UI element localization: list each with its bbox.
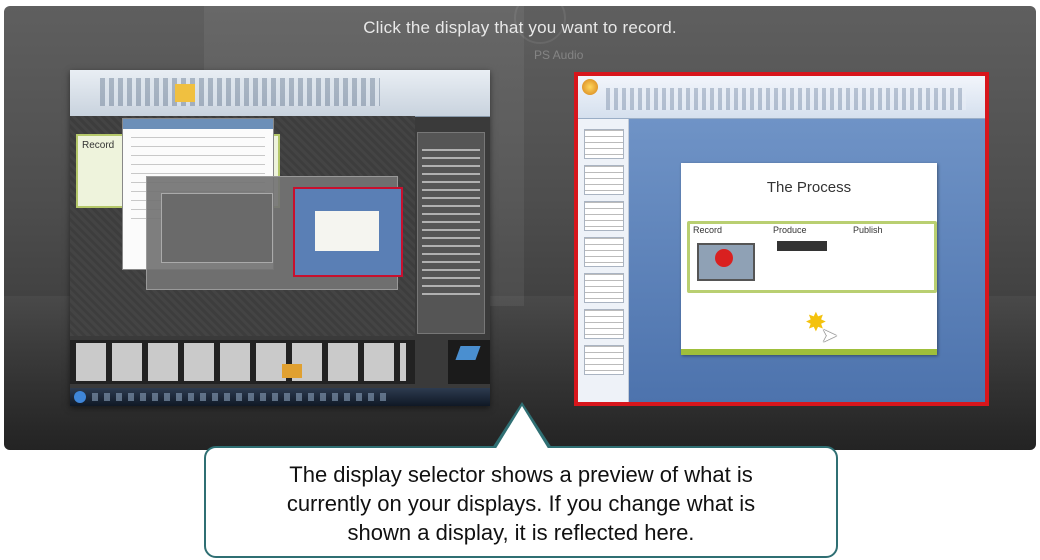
slide-thumbnail [584,345,624,375]
file-tree [422,149,480,299]
ribbon-icons [606,88,966,110]
display-2-preview[interactable]: The Process Record Produce Publish ✸ ➤ [574,72,989,406]
slide-title: The Process [766,179,852,196]
stage-record-label: Record [693,225,723,235]
toolbar-icons [100,78,380,106]
slide-thumbnail [584,129,624,159]
nested-display-1 [161,193,273,263]
windows-taskbar [70,388,490,406]
callout-box: The display selector shows a preview of … [204,446,838,558]
nested-display-selector [146,176,403,290]
filmstrip-highlight [282,364,302,378]
filmstrip-thumbnails [76,343,406,381]
slide-thumbnail-panel [578,119,629,402]
office-button-icon [582,79,598,95]
side-preview [448,340,490,384]
slide-thumbnail [584,309,624,339]
record-button-icon [715,249,733,267]
taskbar-items [92,393,392,401]
window-titlebar [123,119,273,129]
stage-publish-label: Publish [853,225,883,235]
slide-footer-bar [681,349,937,355]
slide-thumbnail [584,165,624,195]
slide-editor-area: The Process Record Produce Publish ✸ ➤ [629,119,985,402]
preview-shape-icon [455,346,481,360]
callout-pointer-fill [495,406,549,450]
selector-instruction: Click the display that you want to recor… [363,18,677,37]
toolbar-highlight-icon [175,84,195,102]
slide-thumbnail [584,237,624,267]
app-toolbar [70,70,490,117]
callout-text: The display selector shows a preview of … [286,462,756,545]
background-label: PS Audio [534,48,584,62]
nested-display-2 [293,187,403,277]
stage-produce-label: Produce [773,225,807,235]
slide-thumbnail [584,201,624,231]
current-slide: The Process Record Produce Publish ✸ ➤ [681,163,937,355]
mouse-cursor-icon: ➤ [821,325,838,347]
clip-bin-panel [417,132,485,334]
powerpoint-ribbon [578,76,985,119]
display-1-preview[interactable]: Record [70,70,490,406]
slide-thumbnail [584,273,624,303]
device-icon [777,241,827,251]
slide-stage-label: Record [82,140,115,151]
start-orb-icon [74,391,86,403]
timeline-filmstrip [70,340,415,384]
